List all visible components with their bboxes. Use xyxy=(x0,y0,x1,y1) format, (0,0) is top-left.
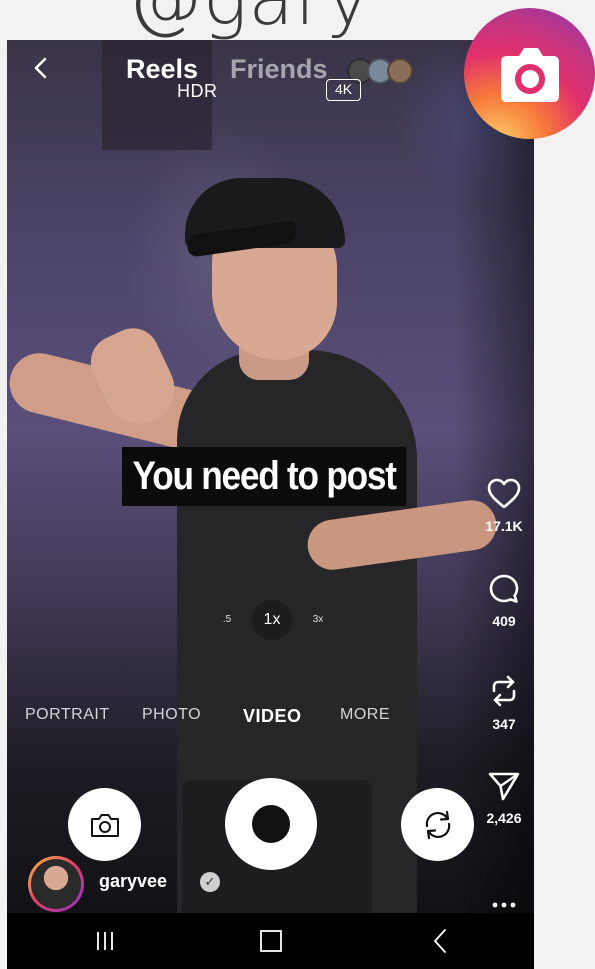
zoom-option-3x[interactable]: 3x xyxy=(306,614,330,625)
repost-icon xyxy=(492,675,516,707)
like-count: 17.1K xyxy=(485,518,523,534)
record-dot xyxy=(252,805,290,843)
video-caption: You need to post xyxy=(122,447,407,506)
mode-more[interactable]: MORE xyxy=(340,706,390,724)
zoom-option-0.5[interactable]: .5 xyxy=(215,614,239,625)
repost-button[interactable]: 347 xyxy=(474,674,534,732)
mode-video[interactable]: VIDEO xyxy=(243,706,302,727)
comment-icon xyxy=(489,574,519,603)
camera-mode-selector: PORTRAIT PHOTO VIDEO MORE xyxy=(7,706,427,734)
mode-portrait[interactable]: PORTRAIT xyxy=(25,706,110,724)
camera-icon xyxy=(90,813,119,837)
camera-button[interactable] xyxy=(68,788,141,861)
hdr-label[interactable]: HDR xyxy=(177,81,218,102)
friend-avatar xyxy=(387,58,413,84)
camera-controls xyxy=(7,778,534,888)
more-icon xyxy=(492,902,516,908)
resolution-badge[interactable]: 4K xyxy=(326,79,361,101)
phone-screen: Reels Friends HDR 4K You need to post 17… xyxy=(7,40,534,969)
avatar[interactable] xyxy=(28,856,84,912)
author-username[interactable]: garyvee xyxy=(99,871,167,892)
account-handle-text: @gary xyxy=(128,0,371,42)
repost-count: 347 xyxy=(492,716,516,732)
system-back-button[interactable] xyxy=(412,913,468,969)
system-back-icon xyxy=(434,929,446,953)
zoom-option-1x[interactable]: 1x xyxy=(252,600,292,640)
system-navigation-bar xyxy=(7,913,534,969)
recent-apps-icon xyxy=(97,932,113,950)
like-button[interactable]: 17.1K xyxy=(474,478,534,534)
comment-button[interactable]: 409 xyxy=(474,573,534,629)
back-icon[interactable] xyxy=(29,56,53,80)
zoom-selector: .5 1x 3x xyxy=(207,600,347,640)
heart-icon xyxy=(487,478,521,509)
mode-photo[interactable]: PHOTO xyxy=(142,706,201,724)
more-button[interactable] xyxy=(474,900,534,910)
reels-header: Reels Friends HDR 4K xyxy=(7,40,534,102)
home-icon xyxy=(260,930,282,952)
comment-count: 409 xyxy=(492,613,516,629)
home-button[interactable] xyxy=(243,913,299,969)
verified-icon: ✓ xyxy=(200,872,220,892)
avatar-image xyxy=(31,859,81,909)
tab-friends[interactable]: Friends xyxy=(230,54,328,85)
switch-camera-button[interactable] xyxy=(401,788,474,861)
switch-camera-icon xyxy=(425,810,450,839)
recent-apps-button[interactable] xyxy=(77,913,133,969)
record-button[interactable] xyxy=(225,778,317,870)
instagram-logo-icon xyxy=(464,8,595,139)
